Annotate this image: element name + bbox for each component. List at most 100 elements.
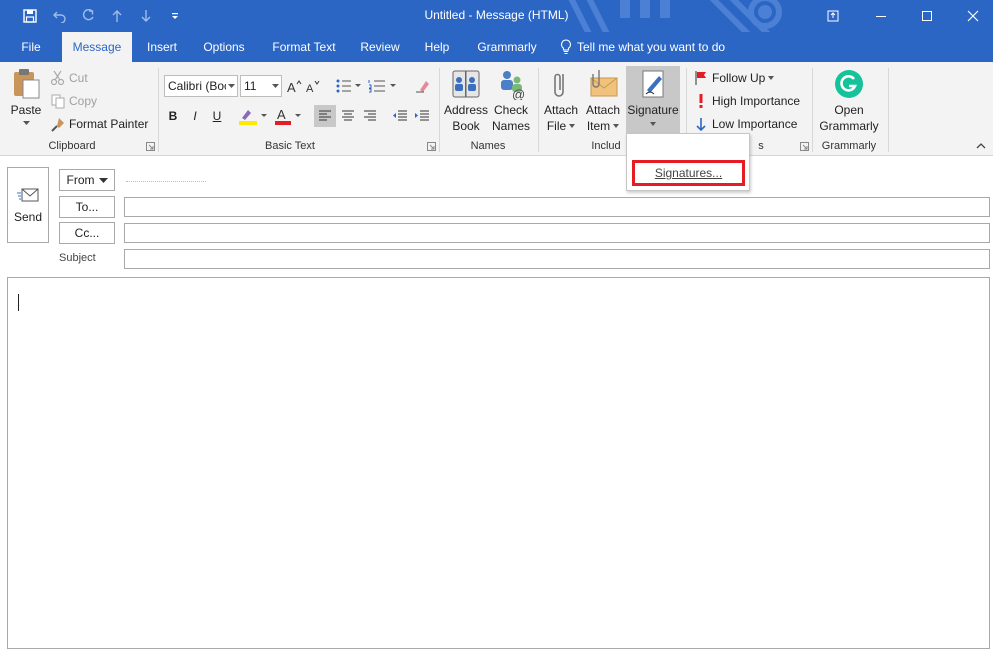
- ribbon-tabs: File Message Insert Options Format Text …: [0, 32, 993, 62]
- tags-group-label: s: [758, 140, 764, 152]
- attach-item-icon: [590, 70, 618, 97]
- attach-file-button[interactable]: Attach File: [541, 68, 581, 134]
- address-book-button[interactable]: Address Book: [443, 68, 489, 134]
- group-separator: [888, 68, 889, 152]
- subject-label: Subject: [59, 252, 96, 264]
- tags-launcher-icon[interactable]: [800, 142, 809, 151]
- copy-label: Copy: [69, 94, 98, 108]
- to-button[interactable]: To...: [59, 196, 115, 218]
- font-name-dropdown-icon: [226, 76, 237, 96]
- grow-font-icon[interactable]: A: [285, 75, 303, 97]
- font-size-combo[interactable]: 11: [240, 75, 282, 97]
- attach-item-label-1: Attach: [585, 103, 621, 117]
- signature-dropdown-menu: Signatures...: [626, 133, 750, 191]
- attach-item-dropdown-icon: [613, 124, 620, 128]
- italic-button[interactable]: I: [186, 105, 204, 127]
- decrease-indent-icon[interactable]: [389, 105, 411, 127]
- ribbon-display-options-icon[interactable]: [810, 0, 856, 32]
- tab-file[interactable]: File: [10, 32, 52, 62]
- signature-dropdown-icon: [650, 122, 656, 126]
- tell-me-search[interactable]: Tell me what you want to do: [560, 32, 725, 62]
- high-importance-label: High Importance: [712, 94, 801, 108]
- title-bar: Untitled - Message (HTML): [0, 0, 993, 32]
- underline-button[interactable]: U: [208, 105, 226, 127]
- signatures-menu-item[interactable]: Signatures...: [632, 160, 745, 186]
- tab-grammarly[interactable]: Grammarly: [468, 32, 546, 62]
- text-cursor: [18, 294, 19, 311]
- signature-button[interactable]: Signature: [626, 66, 680, 136]
- bold-button[interactable]: B: [164, 105, 182, 127]
- paperclip-icon: [554, 73, 564, 97]
- maximize-icon[interactable]: [904, 0, 950, 32]
- group-separator: [439, 68, 440, 152]
- copy-button[interactable]: Copy: [50, 91, 97, 111]
- cc-field[interactable]: [124, 223, 990, 243]
- svg-text:A: A: [306, 83, 314, 93]
- collapse-ribbon-icon[interactable]: [976, 142, 986, 149]
- tab-insert[interactable]: Insert: [138, 32, 186, 62]
- grammarly-group-label: Grammarly: [821, 140, 877, 152]
- to-field[interactable]: [124, 197, 990, 217]
- clipboard-launcher-icon[interactable]: [146, 142, 155, 151]
- font-name-combo[interactable]: Calibri (Boc: [164, 75, 238, 97]
- group-separator: [812, 68, 813, 152]
- address-book-label-2: Book: [452, 119, 480, 133]
- exclamation-icon: [699, 94, 703, 108]
- scissors-icon: [50, 70, 65, 86]
- tab-message[interactable]: Message: [62, 32, 132, 62]
- close-icon[interactable]: [950, 0, 993, 32]
- font-size-dropdown-icon: [270, 76, 281, 96]
- send-envelope-icon: [17, 188, 39, 202]
- open-grammarly-button[interactable]: Open Grammarly: [815, 68, 883, 134]
- attach-file-label-1: Attach: [543, 103, 579, 117]
- include-group-label: Includ: [591, 140, 621, 152]
- paste-icon: [14, 69, 40, 99]
- follow-up-button[interactable]: Follow Up: [694, 68, 775, 88]
- highlight-color-icon[interactable]: [236, 105, 270, 127]
- shrink-font-icon[interactable]: A: [304, 75, 322, 97]
- open-grammarly-label-2: Grammarly: [819, 119, 879, 133]
- subject-field[interactable]: [124, 249, 990, 269]
- tab-format-text[interactable]: Format Text: [264, 32, 344, 62]
- attach-file-label-2: File: [546, 119, 567, 133]
- align-left-icon[interactable]: [314, 105, 336, 127]
- cut-button[interactable]: Cut: [50, 68, 88, 88]
- basic-text-launcher-icon[interactable]: [427, 142, 436, 151]
- down-arrow-icon: [696, 118, 706, 132]
- from-button[interactable]: From: [59, 169, 115, 191]
- format-painter-button[interactable]: Format Painter: [50, 114, 148, 134]
- follow-up-label: Follow Up: [712, 71, 766, 85]
- check-names-button[interactable]: @ Check Names: [489, 68, 533, 134]
- lightbulb-icon: [561, 39, 571, 54]
- svg-text:@: @: [512, 87, 525, 100]
- send-button[interactable]: Send: [7, 167, 49, 243]
- basic-text-group-label: Basic Text: [265, 140, 315, 152]
- align-center-icon[interactable]: [337, 105, 359, 127]
- attach-item-label-2: Item: [586, 119, 611, 133]
- numbering-icon[interactable]: [367, 75, 399, 97]
- message-body[interactable]: [7, 277, 990, 649]
- clear-formatting-icon[interactable]: [412, 75, 432, 97]
- increase-indent-icon[interactable]: [411, 105, 433, 127]
- paste-dropdown-icon: [22, 121, 30, 125]
- align-right-icon[interactable]: [359, 105, 381, 127]
- font-size-value: 11: [244, 79, 257, 93]
- attach-file-dropdown-icon: [569, 124, 576, 128]
- tab-options[interactable]: Options: [194, 32, 254, 62]
- bullets-icon[interactable]: [335, 75, 363, 97]
- low-importance-button[interactable]: Low Importance: [694, 114, 797, 134]
- attach-item-button[interactable]: Attach Item: [582, 68, 624, 134]
- tab-help[interactable]: Help: [416, 32, 458, 62]
- tell-me-text: Tell me what you want to do: [577, 40, 726, 54]
- high-importance-button[interactable]: High Importance: [694, 91, 800, 111]
- check-names-label-1: Check: [493, 103, 528, 117]
- group-separator: [538, 68, 539, 152]
- tab-review[interactable]: Review: [352, 32, 408, 62]
- format-painter-label: Format Painter: [69, 117, 149, 131]
- font-name-value: Calibri (Boc: [168, 79, 231, 93]
- font-color-icon[interactable]: A: [272, 105, 306, 127]
- paste-button[interactable]: Paste: [6, 68, 46, 125]
- from-label: From: [66, 173, 95, 187]
- minimize-icon[interactable]: [858, 0, 904, 32]
- cc-button[interactable]: Cc...: [59, 222, 115, 244]
